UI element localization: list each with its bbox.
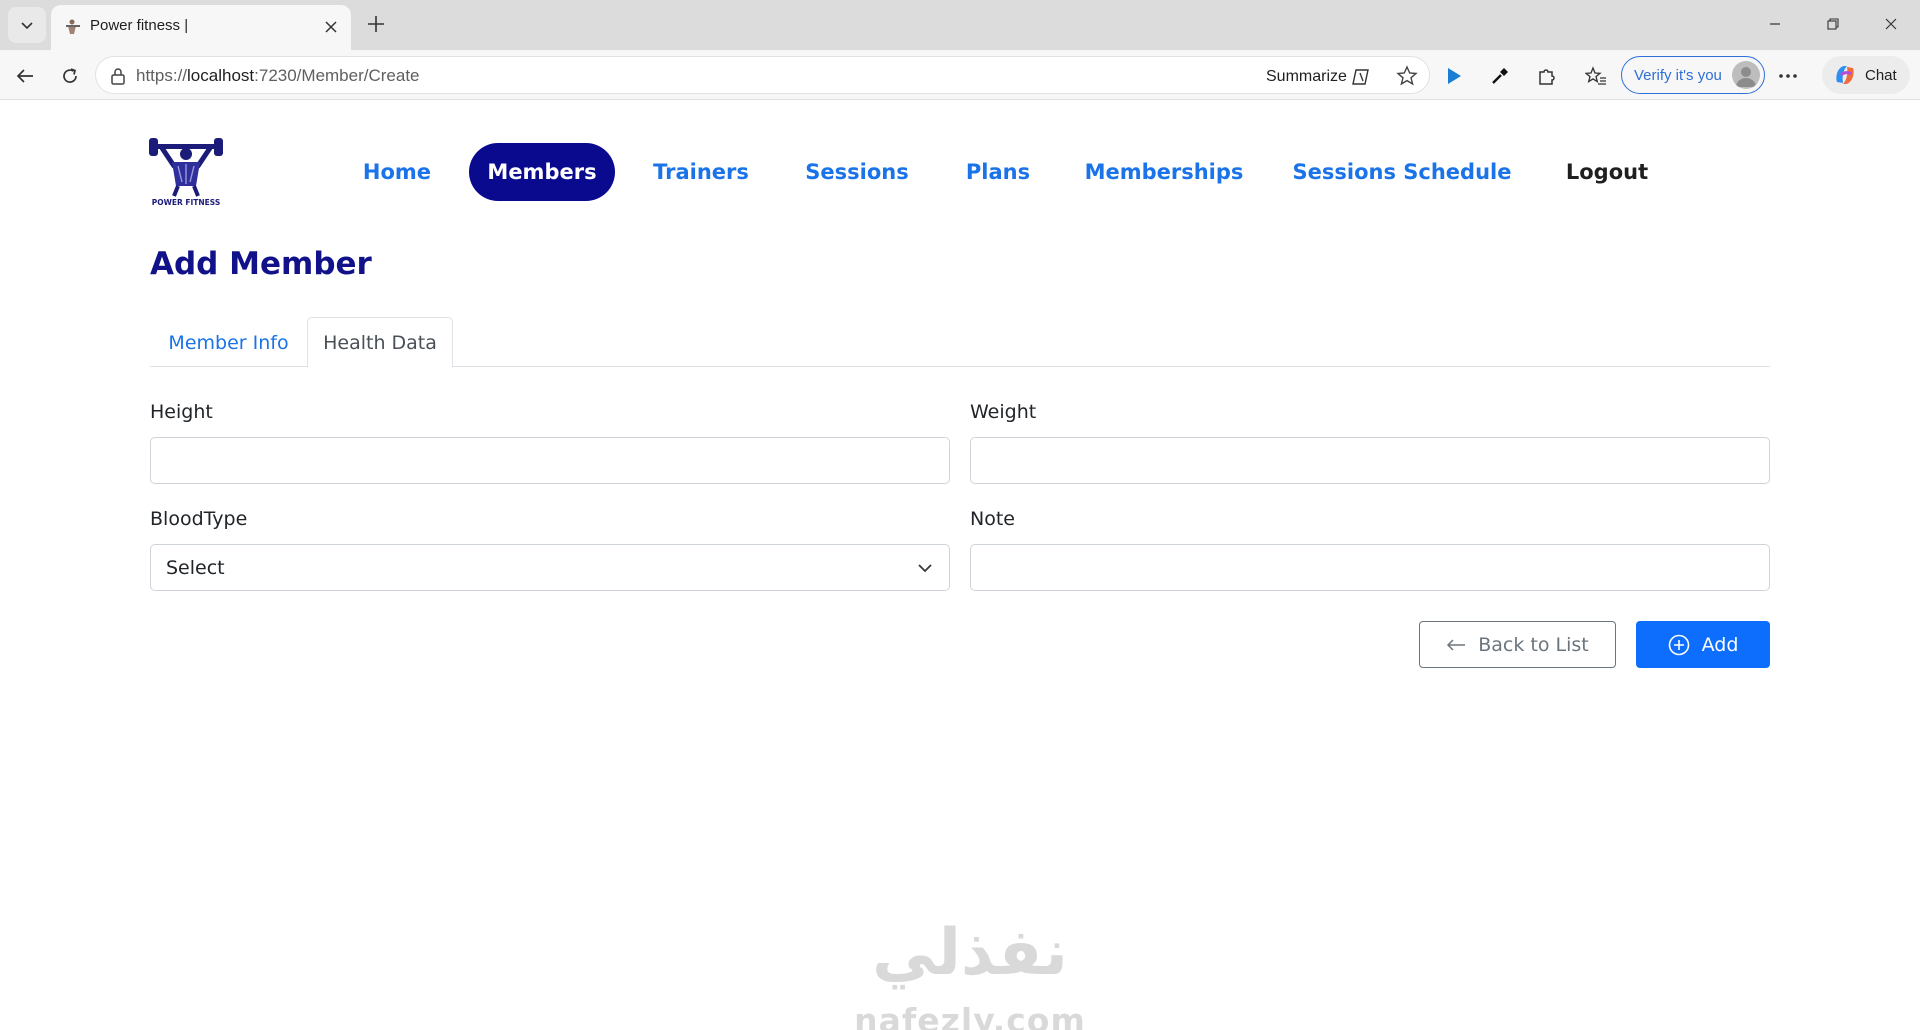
add-member-button[interactable]: Add	[1636, 621, 1770, 668]
more-dots-icon	[1779, 74, 1797, 78]
page-title: Add Member	[150, 246, 372, 282]
nav-memberships[interactable]: Memberships	[1079, 143, 1249, 201]
arrow-left-icon	[16, 69, 33, 83]
nav-members[interactable]: Members	[469, 143, 615, 201]
nav-logout-label: Logout	[1565, 160, 1649, 184]
chevron-down-icon	[21, 22, 33, 30]
close-window-button[interactable]	[1862, 0, 1920, 48]
url-path: :7230/Member/Create	[254, 66, 420, 85]
tab-title: Power fitness |	[90, 17, 189, 34]
watermark-url: nafezly.com	[854, 1001, 1086, 1030]
new-tab-button[interactable]	[361, 9, 391, 39]
nav-logout[interactable]: Logout	[1556, 143, 1658, 201]
restore-icon	[1827, 18, 1839, 30]
plus-icon	[368, 16, 384, 32]
copilot-chat-button[interactable]: Chat	[1822, 56, 1910, 94]
eyedropper-button[interactable]	[1484, 60, 1516, 92]
favorites-list-icon	[1585, 66, 1606, 85]
verify-label: Verify it's you	[1634, 66, 1722, 84]
restore-button[interactable]	[1804, 0, 1862, 48]
weight-field[interactable]	[970, 437, 1770, 484]
chat-label: Chat	[1865, 66, 1897, 84]
height-label: Height	[150, 401, 213, 423]
main-nav: Home Members Trainers Sessions Plans Mem…	[0, 143, 1920, 201]
play-arrow-icon	[1448, 68, 1461, 84]
form-tabs: Member Info Health Data	[150, 317, 1770, 368]
summarize-button[interactable]: Summarize	[1266, 66, 1373, 88]
back-to-list-button[interactable]: Back to List	[1419, 621, 1616, 668]
close-icon	[1885, 18, 1897, 30]
browser-tab[interactable]: Power fitness |	[51, 5, 351, 50]
url-text: https://localhost:7230/Member/Create	[136, 66, 420, 86]
nav-plans[interactable]: Plans	[956, 143, 1040, 201]
copilot-summarize-icon	[1352, 69, 1369, 85]
tab-health-data-label: Health Data	[323, 331, 437, 354]
back-to-list-label: Back to List	[1478, 633, 1589, 656]
url-host: localhost	[187, 66, 255, 85]
nav-sessions-schedule[interactable]: Sessions Schedule	[1291, 143, 1513, 201]
watermark-arabic: نفذلي	[872, 916, 1068, 990]
tab-member-info-label: Member Info	[168, 331, 289, 354]
eyedropper-icon	[1492, 68, 1508, 84]
send-extension-button[interactable]	[1438, 60, 1470, 92]
copilot-icon	[1836, 66, 1854, 84]
height-field[interactable]	[150, 437, 950, 484]
summarize-label: Summarize	[1266, 68, 1347, 85]
nav-trainers[interactable]: Trainers	[646, 143, 756, 201]
verify-profile-button[interactable]: Verify it's you	[1621, 56, 1765, 94]
more-menu-button[interactable]	[1772, 60, 1804, 92]
nav-sessions-label: Sessions	[805, 160, 909, 184]
weight-label: Weight	[970, 401, 1037, 423]
lock-icon	[111, 68, 125, 85]
browser-tab-strip: Power fitness |	[0, 0, 1920, 50]
extensions-button[interactable]	[1530, 60, 1562, 92]
minimize-button[interactable]	[1746, 0, 1804, 48]
nav-memberships-label: Memberships	[1084, 160, 1244, 184]
puzzle-icon	[1539, 69, 1555, 85]
bloodtype-selected-value: Select	[166, 557, 225, 579]
address-bar[interactable]: https://localhost:7230/Member/Create Sum…	[95, 56, 1430, 94]
minimize-icon	[1770, 23, 1780, 25]
chevron-down-icon	[918, 564, 932, 573]
back-nav-button[interactable]	[9, 60, 41, 92]
nav-plans-label: Plans	[965, 160, 1031, 184]
nav-sessions[interactable]: Sessions	[797, 143, 917, 201]
favorites-button[interactable]	[1580, 60, 1612, 92]
favicon-icon	[66, 19, 80, 34]
nav-home-label: Home	[362, 160, 432, 184]
nav-sessions-schedule-label: Sessions Schedule	[1292, 160, 1512, 184]
close-tab-icon[interactable]	[317, 13, 345, 41]
note-label: Note	[970, 508, 1015, 530]
browser-toolbar: https://localhost:7230/Member/Create Sum…	[0, 50, 1920, 100]
tab-health-data[interactable]: Health Data	[307, 317, 453, 368]
page-content: POWER FITNESS Home Members Trainers Sess…	[0, 101, 1920, 1030]
tab-list-button[interactable]	[8, 7, 46, 43]
plus-circle-icon	[1668, 634, 1689, 655]
nav-members-label: Members	[487, 160, 597, 184]
reload-icon	[63, 68, 77, 83]
nafezly-watermark: نفذلي nafezly.com	[830, 916, 1110, 1030]
reload-button[interactable]	[54, 60, 86, 92]
favorite-star-icon[interactable]	[1396, 65, 1418, 87]
url-scheme: https://	[136, 66, 188, 85]
nav-home[interactable]: Home	[352, 143, 442, 201]
tab-member-info[interactable]: Member Info	[150, 317, 307, 368]
nav-trainers-label: Trainers	[653, 160, 749, 184]
add-label: Add	[1701, 633, 1739, 656]
profile-avatar	[1732, 61, 1760, 89]
bloodtype-label: BloodType	[150, 508, 248, 530]
note-field[interactable]	[970, 544, 1770, 591]
bloodtype-select[interactable]: Select	[150, 544, 950, 591]
arrow-left-icon	[1447, 638, 1466, 651]
